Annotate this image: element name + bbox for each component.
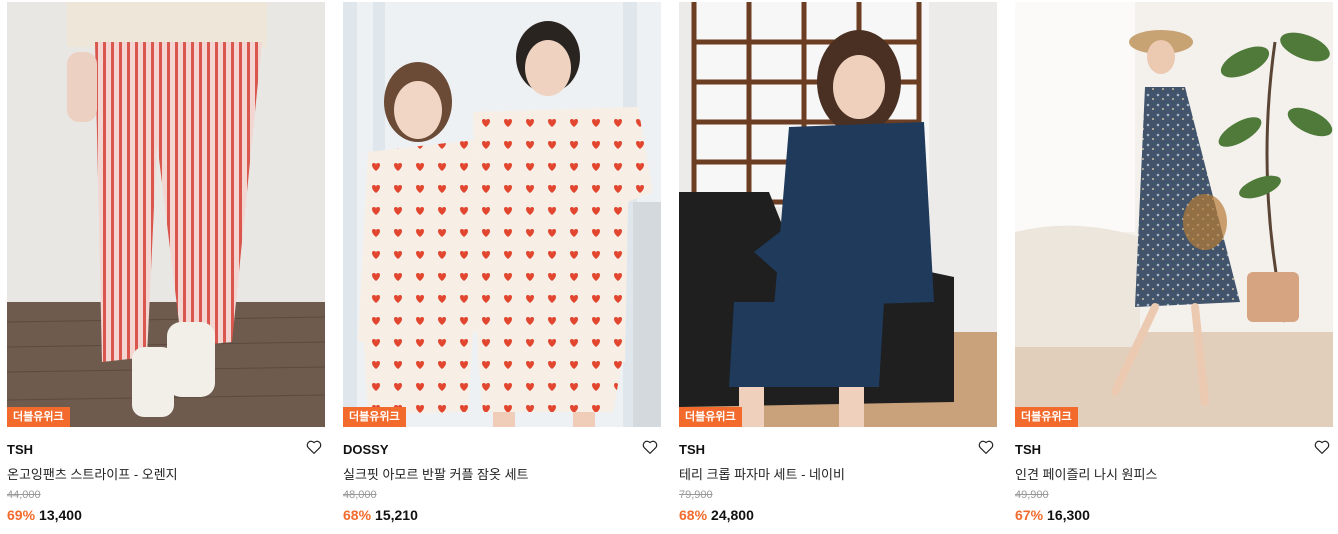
original-price: 79,900 [679, 489, 713, 501]
price-line: 67% 16,300 [1015, 507, 1090, 523]
brand-name[interactable]: DOSSY [343, 442, 389, 457]
product-card[interactable]: 더블유위크 DOSSY 실크핏 아모르 반팔 커플 잠옷 세트 48,000 6… [343, 2, 661, 523]
heart-outline-icon[interactable] [305, 438, 323, 456]
sale-price: 15,210 [375, 507, 418, 523]
brand-name[interactable]: TSH [7, 442, 33, 457]
product-image[interactable]: 더블유위크 [7, 2, 325, 427]
sale-price: 24,800 [711, 507, 754, 523]
sale-price: 13,400 [39, 507, 82, 523]
product-image[interactable]: 더블유위크 [343, 2, 661, 427]
product-name[interactable]: 실크핏 아모르 반팔 커플 잠옷 세트 [343, 464, 529, 483]
product-name[interactable]: 인견 페이즐리 나시 원피스 [1015, 464, 1157, 483]
discount-rate: 69% [7, 507, 36, 523]
heart-outline-icon[interactable] [641, 438, 659, 456]
heart-outline-icon[interactable] [1313, 438, 1331, 456]
product-card[interactable]: 더블유위크 TSH 인견 페이즐리 나시 원피스 49,900 67% 16,30… [1015, 2, 1333, 523]
promo-badge: 더블유위크 [679, 407, 742, 427]
price-line: 68% 15,210 [343, 507, 418, 523]
product-card[interactable]: 더블유위크 TSH 테리 크롭 파자마 세트 - 네이비 79,900 68% 2… [679, 2, 997, 523]
promo-badge: 더블유위크 [7, 407, 70, 427]
product-grid: 더블유위크 TSH 온고잉팬츠 스트라이프 - 오렌지 44,000 69% 13… [0, 0, 1338, 534]
discount-rate: 68% [679, 507, 708, 523]
product-name[interactable]: 테리 크롭 파자마 세트 - 네이비 [679, 464, 845, 483]
product-image[interactable]: 더블유위크 [1015, 2, 1333, 427]
product-card[interactable]: 더블유위크 TSH 온고잉팬츠 스트라이프 - 오렌지 44,000 69% 13… [7, 2, 325, 523]
original-price: 48,000 [343, 489, 377, 501]
product-name[interactable]: 온고잉팬츠 스트라이프 - 오렌지 [7, 464, 178, 483]
promo-badge: 더블유위크 [1015, 407, 1078, 427]
discount-rate: 68% [343, 507, 372, 523]
price-line: 68% 24,800 [679, 507, 754, 523]
original-price: 44,000 [7, 489, 41, 501]
sale-price: 16,300 [1047, 507, 1090, 523]
original-price: 49,900 [1015, 489, 1049, 501]
promo-badge: 더블유위크 [343, 407, 406, 427]
price-line: 69% 13,400 [7, 507, 82, 523]
brand-name[interactable]: TSH [679, 442, 705, 457]
discount-rate: 67% [1015, 507, 1044, 523]
heart-outline-icon[interactable] [977, 438, 995, 456]
product-image[interactable]: 더블유위크 [679, 2, 997, 427]
brand-name[interactable]: TSH [1015, 442, 1041, 457]
